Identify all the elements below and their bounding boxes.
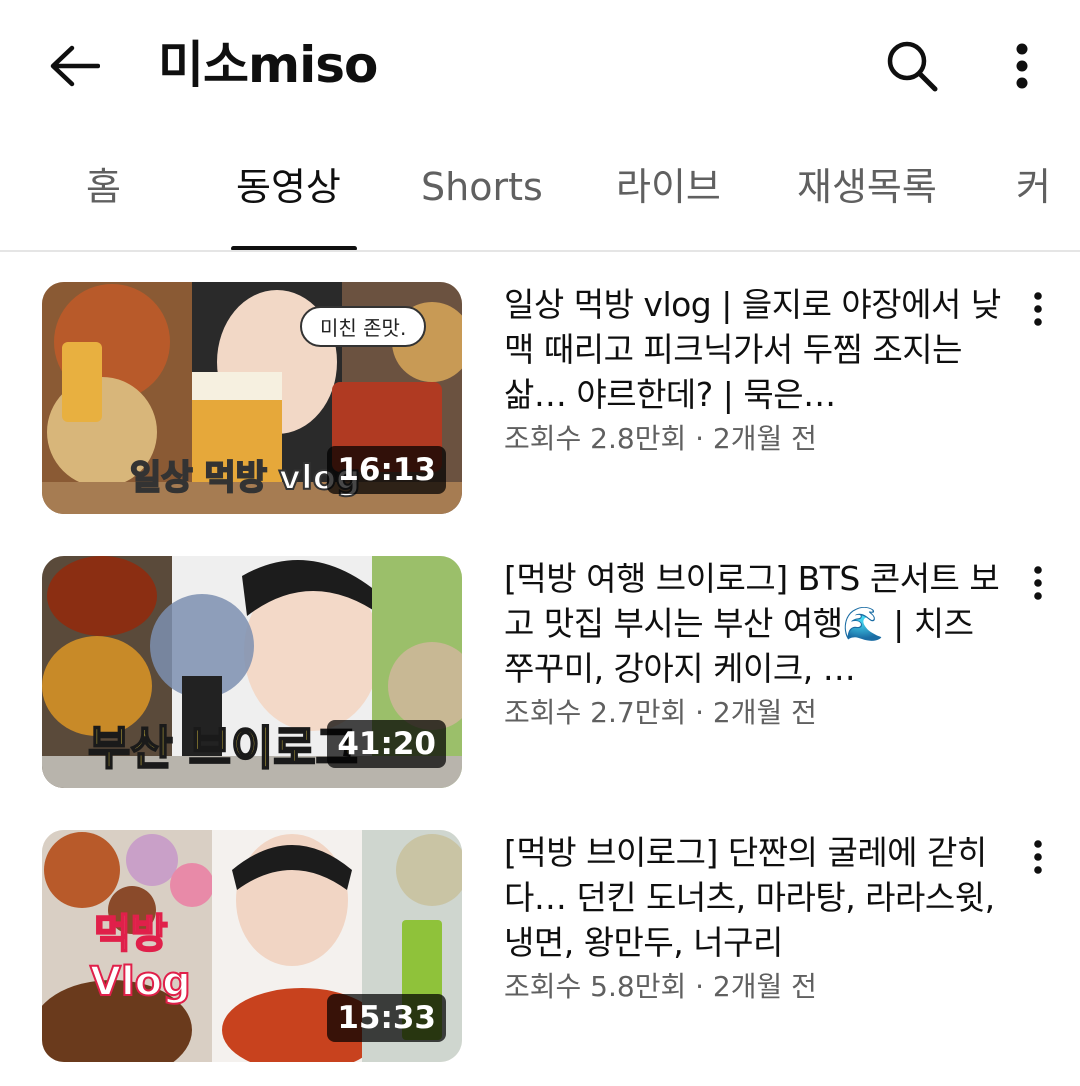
video-title[interactable]: [먹방 브이로그] 단짠의 굴레에 갇히다… 던킨 도너츠, 마라탕, 라라스윗… xyxy=(504,830,1004,965)
duration-badge: 15:33 xyxy=(327,994,446,1042)
video-item[interactable]: 미친 존맛. 일상 먹방 vlog 16:13 일상 먹방 vlog | 을지로… xyxy=(0,282,1080,514)
video-meta: 조회수 2.8만회 · 2개월 전 xyxy=(504,422,817,455)
thumbnail-caption: 일상 먹방 vlog xyxy=(129,457,361,499)
video-title[interactable]: [먹방 여행 브이로그] BTS 콘서트 보고 맛집 부시는 부산 여행🌊 | … xyxy=(504,556,1004,691)
video-info: [먹방 여행 브이로그] BTS 콘서트 보고 맛집 부시는 부산 여행🌊 | … xyxy=(504,556,1004,733)
video-more-button[interactable] xyxy=(1018,832,1058,882)
speech-bubble: 미친 존맛. xyxy=(300,306,427,347)
video-item[interactable]: 부산 브이로그 41:20 [먹방 여행 브이로그] BTS 콘서트 보고 맛집… xyxy=(0,556,1080,788)
duration-badge: 41:20 xyxy=(327,720,446,768)
tab-home[interactable]: 홈 xyxy=(86,162,121,212)
active-tab-indicator xyxy=(231,246,357,250)
search-icon xyxy=(887,41,938,92)
video-more-button[interactable] xyxy=(1018,558,1058,608)
thumbnail-caption-line1: 먹방 xyxy=(93,911,169,957)
video-info: [먹방 브이로그] 단짠의 굴레에 갇히다… 던킨 도너츠, 마라탕, 라라스윗… xyxy=(504,830,1004,1007)
thumbnail-caption: 부산 브이로그 xyxy=(87,720,359,776)
tab-live[interactable]: 라이브 xyxy=(616,162,721,212)
thumbnail-caption-line2: Vlog xyxy=(89,959,192,1005)
tab-playlists[interactable]: 재생목록 xyxy=(797,162,937,212)
arrow-left-icon xyxy=(50,45,100,87)
more-vertical-icon xyxy=(1034,566,1042,600)
tab-videos[interactable]: 동영상 xyxy=(236,162,341,212)
more-vertical-icon xyxy=(1034,292,1042,326)
more-vertical-icon xyxy=(1016,43,1028,89)
channel-tabs: 홈 동영상 Shorts 라이브 재생목록 커 xyxy=(0,130,1080,252)
video-more-button[interactable] xyxy=(1018,284,1058,334)
tab-shorts[interactable]: Shorts xyxy=(421,162,543,212)
video-thumbnail[interactable]: 미친 존맛. 일상 먹방 vlog 16:13 xyxy=(42,282,462,514)
video-meta: 조회수 2.7만회 · 2개월 전 xyxy=(504,696,817,729)
search-button[interactable] xyxy=(882,36,942,96)
video-meta: 조회수 5.8만회 · 2개월 전 xyxy=(504,970,817,1003)
video-info: 일상 먹방 vlog | 을지로 야장에서 낮맥 때리고 피크닉가서 두찜 조지… xyxy=(504,282,1004,459)
duration-badge: 16:13 xyxy=(327,446,446,494)
channel-header: 미소miso xyxy=(0,0,1080,130)
more-vertical-icon xyxy=(1034,840,1042,874)
more-options-button[interactable] xyxy=(996,36,1048,96)
back-button[interactable] xyxy=(44,38,104,94)
video-item[interactable]: 먹방 Vlog 15:33 [먹방 브이로그] 단짠의 굴레에 갇히다… 던킨 … xyxy=(0,830,1080,1062)
video-title[interactable]: 일상 먹방 vlog | 을지로 야장에서 낮맥 때리고 피크닉가서 두찜 조지… xyxy=(504,282,1004,417)
channel-name: 미소miso xyxy=(158,36,378,94)
tab-community[interactable]: 커 xyxy=(1016,162,1051,212)
video-thumbnail[interactable]: 먹방 Vlog 15:33 xyxy=(42,830,462,1062)
video-thumbnail[interactable]: 부산 브이로그 41:20 xyxy=(42,556,462,788)
